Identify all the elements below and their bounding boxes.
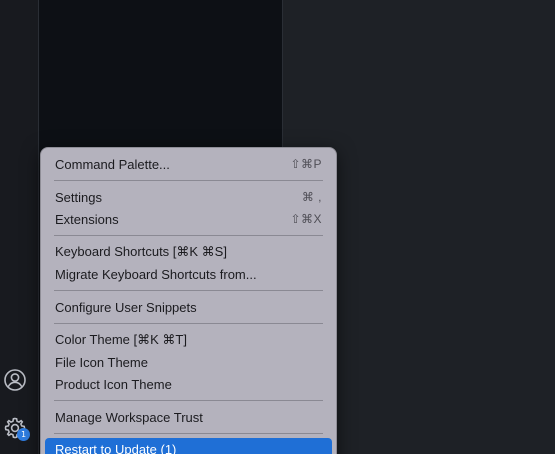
manage-gear-button[interactable]: 1: [3, 416, 30, 441]
menu-item-label: Color Theme [⌘K ⌘T]: [55, 332, 187, 347]
menu-item-label: Migrate Keyboard Shortcuts from...: [55, 266, 257, 282]
menu-item-color-theme[interactable]: Color Theme [⌘K ⌘T]: [45, 329, 332, 351]
menu-item-label: Settings: [55, 189, 102, 205]
menu-item-settings[interactable]: Settings ⌘ ,: [45, 186, 332, 208]
menu-item-configure-user-snippets[interactable]: Configure User Snippets: [45, 296, 332, 318]
menu-separator: [54, 400, 323, 401]
vscode-window: 1 Command Palette... ⇧⌘P Settings ⌘ , Ex…: [0, 0, 555, 454]
manage-context-menu: Command Palette... ⇧⌘P Settings ⌘ , Exte…: [40, 147, 337, 454]
menu-separator: [54, 235, 323, 236]
menu-item-label: Keyboard Shortcuts [⌘K ⌘S]: [55, 244, 227, 259]
menu-separator: [54, 180, 323, 181]
menu-item-keyboard-shortcuts[interactable]: Keyboard Shortcuts [⌘K ⌘S]: [45, 241, 332, 263]
menu-item-shortcut: ⌘ ,: [301, 190, 322, 204]
menu-item-extensions[interactable]: Extensions ⇧⌘X: [45, 208, 332, 230]
menu-item-label: Extensions: [55, 211, 119, 227]
menu-item-label: Configure User Snippets: [55, 299, 197, 315]
menu-item-manage-workspace-trust[interactable]: Manage Workspace Trust: [45, 406, 332, 428]
menu-item-product-icon-theme[interactable]: Product Icon Theme: [45, 373, 332, 395]
menu-item-label: File Icon Theme: [55, 354, 148, 370]
menu-item-label: Product Icon Theme: [55, 376, 172, 392]
activity-bar: 1: [0, 0, 38, 454]
menu-item-migrate-keyboard-shortcuts[interactable]: Migrate Keyboard Shortcuts from...: [45, 263, 332, 285]
menu-item-restart-to-update[interactable]: Restart to Update (1): [45, 438, 332, 454]
menu-item-command-palette[interactable]: Command Palette... ⇧⌘P: [45, 153, 332, 175]
menu-separator: [54, 323, 323, 324]
account-icon[interactable]: [3, 368, 27, 392]
menu-item-file-icon-theme[interactable]: File Icon Theme: [45, 351, 332, 373]
menu-separator: [54, 433, 323, 434]
update-count-badge: 1: [17, 428, 30, 441]
menu-item-label: Command Palette...: [55, 156, 170, 172]
menu-item-label: Manage Workspace Trust: [55, 409, 203, 425]
menu-separator: [54, 290, 323, 291]
menu-item-shortcut: ⇧⌘P: [290, 157, 322, 171]
menu-item-shortcut: ⇧⌘X: [290, 212, 322, 226]
menu-item-label: Restart to Update (1): [55, 441, 177, 454]
